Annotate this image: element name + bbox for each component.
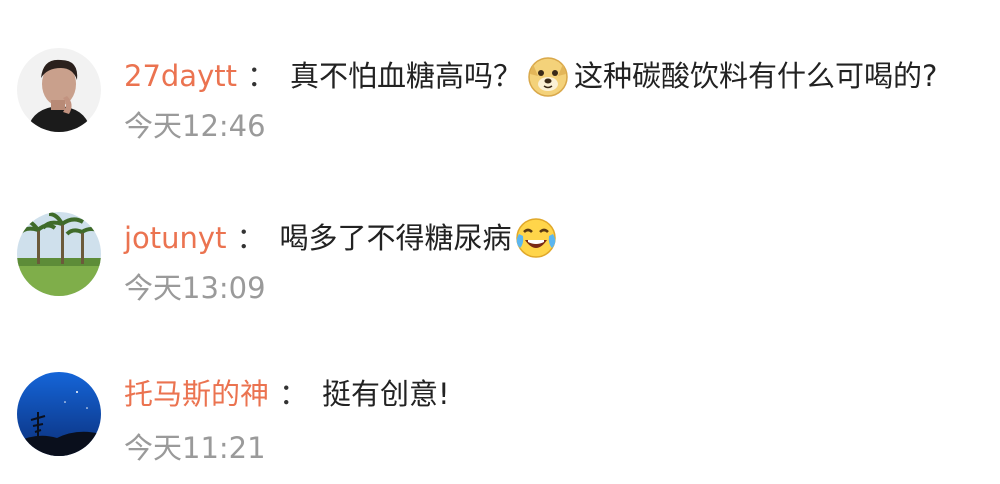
separator: ：	[246, 59, 276, 93]
laughing-crying-emoji-icon	[514, 216, 558, 260]
comment-text: 这种碳酸饮料有什么可喝的?	[574, 59, 938, 93]
comment-item: 托马斯的神 ： 挺有创意! 今天11:21	[0, 322, 1000, 472]
username-link[interactable]: jotunyt	[124, 220, 226, 256]
avatar[interactable]	[17, 212, 101, 296]
comment-line: 27daytt ： 真不怕血糖高吗？ 这种碳酸饮料有什么可喝的?	[124, 54, 937, 98]
timestamp: 今天12:46	[124, 109, 266, 143]
comment-text: 真不怕血糖高吗？	[290, 59, 523, 93]
night-sky-avatar	[17, 372, 101, 456]
comment-text: 挺有创意!	[322, 377, 450, 411]
portrait-photo-avatar	[17, 48, 101, 132]
comment-line: 托马斯的神 ： 挺有创意!	[124, 376, 450, 412]
separator: ：	[279, 377, 309, 411]
comment-item: 27daytt ： 真不怕血糖高吗？ 这种碳酸饮料有什么可喝的? 今天12:46	[0, 0, 1000, 150]
avatar[interactable]	[17, 372, 101, 456]
comment-line: jotunyt ： 喝多了不得糖尿病	[124, 216, 558, 260]
timestamp: 今天13:09	[124, 271, 266, 305]
avatar[interactable]	[17, 48, 101, 132]
doge-emoji-icon	[526, 54, 570, 98]
username-link[interactable]: 27daytt	[124, 58, 237, 94]
timestamp: 今天11:21	[124, 431, 266, 465]
comment-item: jotunyt ： 喝多了不得糖尿病 今天13:09	[0, 162, 1000, 312]
palm-trees-avatar	[17, 212, 101, 296]
username-link[interactable]: 托马斯的神	[124, 376, 269, 412]
separator: ：	[236, 221, 266, 255]
comment-text: 喝多了不得糖尿病	[279, 221, 512, 255]
